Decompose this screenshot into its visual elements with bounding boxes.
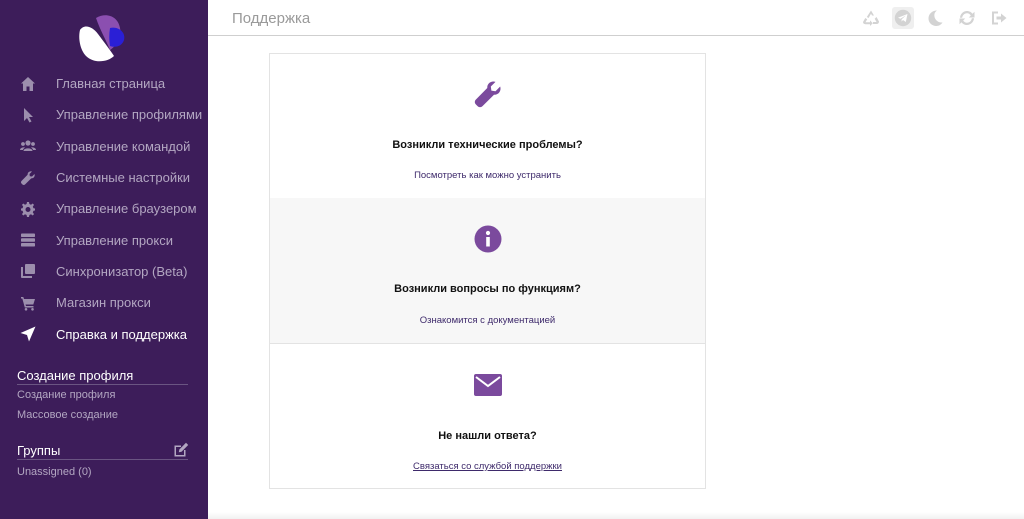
sidebar: Главная страница Управление профилями Уп… bbox=[0, 0, 208, 519]
sidebar-item-team[interactable]: Управление командой bbox=[0, 131, 208, 162]
sidebar-item-label: Управление браузером bbox=[56, 201, 197, 217]
edit-groups-icon[interactable] bbox=[173, 442, 189, 458]
groups-section-title: Группы bbox=[17, 443, 188, 460]
cart-icon bbox=[19, 294, 37, 312]
support-card-contact: Не нашли ответа? Связаться со службой по… bbox=[269, 343, 706, 489]
sidebar-item-profiles[interactable]: Управление профилями bbox=[0, 99, 208, 130]
sidebar-item-system-settings[interactable]: Системные настройки bbox=[0, 162, 208, 193]
header-toolbar bbox=[850, 7, 1010, 29]
sidebar-item-label: Магазин прокси bbox=[56, 295, 151, 311]
home-icon bbox=[19, 75, 37, 93]
send-icon bbox=[19, 325, 37, 343]
sidebar-item-label: Главная страница bbox=[56, 76, 166, 92]
bulk-create-link[interactable]: Массовое создание bbox=[17, 409, 118, 421]
card-link-troubleshoot[interactable]: Посмотреть как можно устранить bbox=[270, 170, 705, 181]
users-icon bbox=[19, 137, 37, 155]
card-title: Возникли вопросы по функциям? bbox=[394, 283, 581, 295]
sidebar-item-label: Управление командой bbox=[56, 138, 191, 154]
envelope-icon bbox=[270, 374, 705, 396]
recycle-icon[interactable] bbox=[860, 7, 882, 29]
logout-icon[interactable] bbox=[988, 7, 1010, 29]
sidebar-item-label: Системные настройки bbox=[56, 170, 191, 186]
sidebar-item-help-support[interactable]: Справка и поддержка bbox=[0, 318, 208, 349]
sidebar-item-home[interactable]: Главная страница bbox=[0, 68, 208, 99]
server-icon bbox=[19, 231, 37, 249]
sidebar-item-label: Управление прокси bbox=[56, 232, 173, 248]
sidebar-item-label: Справка и поддержка bbox=[56, 326, 187, 342]
app-logo[interactable] bbox=[76, 10, 132, 64]
wrench-icon bbox=[19, 169, 37, 187]
support-card-technical: Возникли технические проблемы? Посмотрет… bbox=[269, 53, 706, 199]
card-link-contact-support[interactable]: Связаться со службой поддержки bbox=[270, 461, 705, 472]
sidebar-item-proxy[interactable]: Управление прокси bbox=[0, 224, 208, 255]
support-card-features: Возникли вопросы по функциям? Ознакомитс… bbox=[269, 198, 706, 344]
create-profile-section-title: Создание профиля bbox=[17, 368, 188, 385]
group-item-unassigned[interactable]: Unassigned (0) bbox=[17, 466, 92, 478]
refresh-icon[interactable] bbox=[956, 7, 978, 29]
bottom-edge bbox=[208, 512, 1024, 519]
pointer-icon bbox=[19, 106, 37, 124]
sidebar-item-label: Управление профилями bbox=[56, 107, 203, 123]
gear-icon bbox=[19, 200, 37, 218]
wrench-icon bbox=[270, 79, 705, 109]
page-title: Поддержка bbox=[232, 10, 311, 27]
sync-copy-icon bbox=[19, 262, 37, 280]
info-icon bbox=[270, 225, 705, 253]
sidebar-nav: Главная страница Управление профилями Уп… bbox=[0, 68, 208, 350]
card-title: Возникли технические проблемы? bbox=[392, 139, 583, 151]
sidebar-item-label: Синхронизатор (Beta) bbox=[56, 263, 188, 279]
sidebar-item-proxy-shop[interactable]: Магазин прокси bbox=[0, 287, 208, 318]
card-title: Не нашли ответа? bbox=[438, 430, 537, 442]
telegram-icon[interactable] bbox=[892, 7, 914, 29]
header: Поддержка bbox=[208, 0, 1024, 36]
moon-icon[interactable] bbox=[924, 7, 946, 29]
create-profile-link[interactable]: Создание профиля bbox=[17, 389, 115, 401]
card-link-documentation[interactable]: Ознакомится с документацией bbox=[270, 315, 705, 326]
sidebar-item-synchronizer[interactable]: Синхронизатор (Beta) bbox=[0, 256, 208, 287]
sidebar-item-browser[interactable]: Управление браузером bbox=[0, 193, 208, 224]
